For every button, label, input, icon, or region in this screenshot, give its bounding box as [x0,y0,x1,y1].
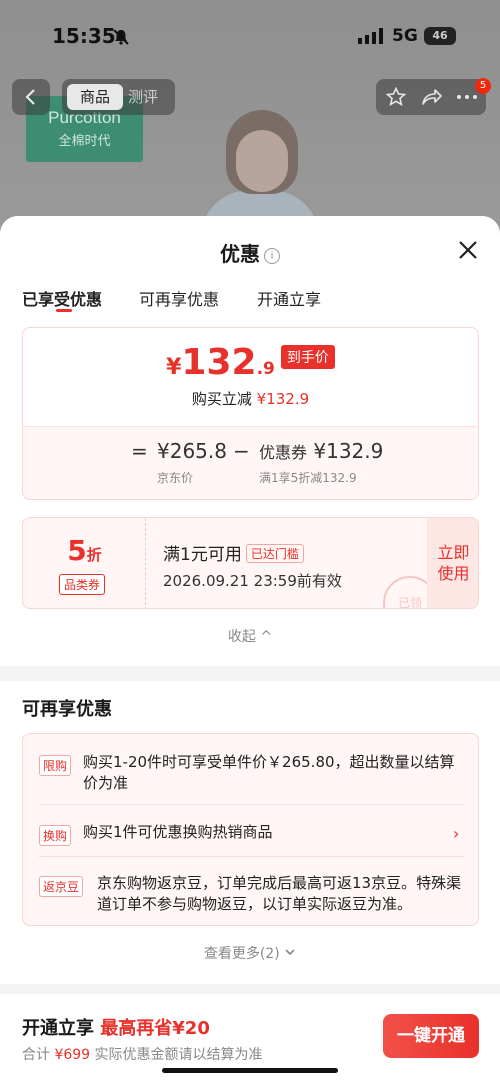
coupon-type-badge: 品类券 [59,574,106,595]
price-breakdown-card: ¥132.9到手价 购买立减 ¥132.9 = ¥265.8 京东价 − 优惠券… [22,327,479,500]
top-actions [376,79,486,115]
total-note: 实际优惠金额请以结算为准 [94,1047,263,1063]
membership-title: 开通立享 最高再省¥20 [22,1014,210,1040]
home-indicator [162,1068,338,1073]
share-icon[interactable] [421,87,443,107]
sheet-title-text: 优惠 [220,242,260,266]
divider [39,856,464,857]
discount-sheet: 优惠 i 已享受优惠 可再享优惠 开通立享 ¥132.9到手价 购买立减 ¥132… [0,216,500,1084]
coupon-discount: 5折 [23,534,146,567]
promo-text: 购买1件可优惠换购热销商品 [83,823,273,841]
see-more-link[interactable]: 查看更多(2) [0,943,500,963]
cart-count-badge: 5 [475,78,491,94]
more-discounts-title: 可再享优惠 [22,699,112,720]
use-now-button[interactable]: 立即 使用 [427,518,478,608]
sheet-top-panel: 优惠 i 已享受优惠 可再享优惠 开通立享 ¥132.9到手价 购买立减 ¥132… [0,216,500,666]
status-bar: 15:35 5G 46 [0,0,500,70]
tab-product[interactable]: 商品 [67,84,123,110]
tab-more-discounts[interactable]: 可再享优惠 [139,286,219,310]
threshold-reached-badge: 已达门槛 [245,544,304,563]
mute-bell-icon [113,29,129,45]
coupon-condition: 满1元可用 已达门槛 [163,540,304,565]
chevron-left-icon [25,89,35,105]
price-calculation: = ¥265.8 京东价 − 优惠券 ¥132.9 满1享5折减132.9 [23,426,478,499]
price-integer: 132 [181,342,257,383]
coupon-discount-unit: 折 [86,546,102,564]
coupon-amount-label: 优惠券 [259,443,308,462]
coupon-discount-number: 5 [67,534,87,567]
promo-tag: 限购 [39,755,72,776]
coupon-amount-value: ¥132.9 [313,439,384,463]
info-icon[interactable]: i [264,248,280,264]
tab-membership[interactable]: 开通立享 [257,286,321,310]
coupon-card: 5折 品类券 满1元可用 已达门槛 2026.09.21 23:59前有效 已领 … [22,517,479,609]
status-time: 15:35 [52,24,116,48]
top-tab-switcher: 商品 测评 [62,79,175,115]
reduction-label: 购买立减 [191,390,252,408]
back-button[interactable] [12,79,50,115]
max-saving-text: 最高再省¥20 [100,1018,210,1039]
minus-sign: − [233,439,250,463]
more-discounts-section: 可再享优惠 限购 购买1-20件时可享受单件价￥265.80，超出数量以结算价为… [0,681,500,984]
more-icon[interactable] [456,87,478,107]
price-decimal: .9 [256,359,275,379]
model-face [236,130,288,192]
currency-symbol: ¥ [166,355,182,380]
coupon-rule: 满1享5折减132.9 [259,471,357,485]
equals-sign: = [131,439,148,463]
coupon-validity: 2026.09.21 23:59前有效 [163,572,342,590]
final-price: ¥132.9到手价 [23,342,478,383]
close-icon[interactable] [456,238,480,262]
more-discounts-card: 限购 购买1-20件时可享受单件价￥265.80，超出数量以结算价为准 换购 购… [22,733,479,926]
signal-icon [358,28,383,44]
see-more-text: 查看更多(2) [203,946,280,962]
membership-title-text: 开通立享 [22,1018,94,1039]
tab-enjoyed-discounts[interactable]: 已享受优惠 [22,286,102,310]
promo-tag: 换购 [39,825,72,846]
coupon-condition-text: 满1元可用 [163,545,242,565]
jd-price-label: 京东价 [157,471,194,485]
use-now-line1: 立即 [437,543,470,562]
brand-logo-line2: 全棉时代 [58,134,111,149]
membership-total: 合计 ¥699 实际优惠金额请以结算为准 [22,1044,263,1064]
battery-indicator: 46 [424,27,456,45]
promo-text: 购买1-20件时可享受单件价￥265.80，超出数量以结算价为准 [83,753,455,792]
promo-text: 京东购物返京豆，订单完成后最高可返13京豆。特殊渠道订单不参与购物返豆，以订单实… [97,874,462,913]
network-type: 5G [392,26,418,46]
total-label: 合计 [22,1047,50,1063]
chevron-right-icon: › [453,824,460,843]
divider [39,804,464,805]
jd-price: ¥265.8 [157,439,227,463]
collapse-toggle[interactable]: 收起 ^ [0,626,500,646]
reduction-value: ¥132.9 [256,390,310,408]
use-now-line2: 使用 [437,564,470,583]
list-item[interactable]: 换购 购买1件可优惠换购热销商品 › [39,822,464,846]
coupon-amount: 优惠券 ¥132.9 [259,439,383,463]
instant-reduction: 购买立减 ¥132.9 [23,388,478,409]
list-item: 返京豆 京东购物返京豆，订单完成后最高可返13京豆。特殊渠道订单不参与购物返豆，… [39,873,464,917]
coupon-value-area: 5折 品类券 [23,518,146,608]
promo-tag: 返京豆 [39,876,84,897]
tab-review[interactable]: 测评 [128,84,170,110]
total-value: ¥699 [54,1047,91,1063]
sheet-title: 优惠 i [0,238,500,267]
one-click-open-button[interactable]: 一键开通 [383,1014,479,1058]
star-icon[interactable] [386,87,406,107]
final-price-tag: 到手价 [280,345,335,369]
chevron-down-icon [285,949,295,956]
list-item: 限购 购买1-20件时可享受单件价￥265.80，超出数量以结算价为准 [39,752,464,796]
active-tab-indicator [56,309,72,312]
